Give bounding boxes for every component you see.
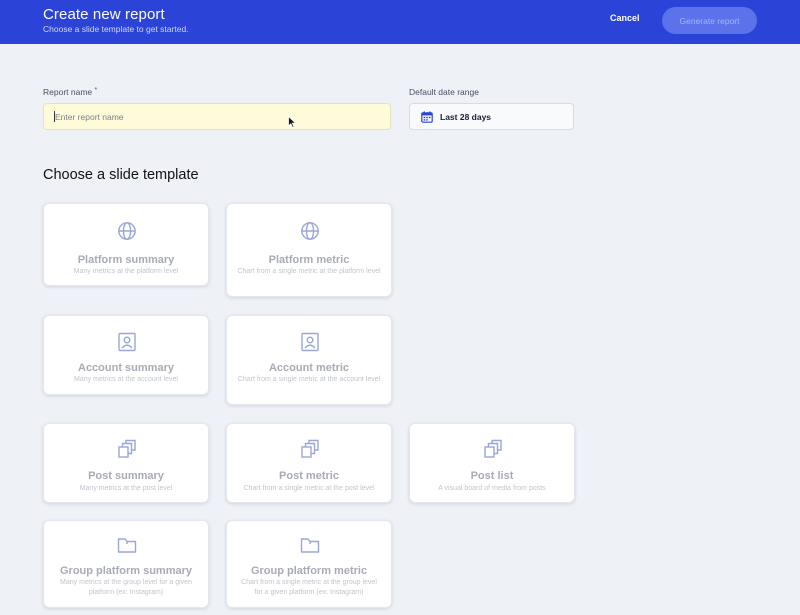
page-header: Create new report Choose a slide templat… <box>0 0 800 44</box>
mouse-cursor-icon <box>288 116 297 128</box>
page-title: Create new report <box>43 6 165 23</box>
section-title: Choose a slide template <box>43 167 199 183</box>
account-icon <box>301 332 319 352</box>
template-card-group-platform-metric[interactable]: Group platform metric Chart from a singl… <box>226 520 392 608</box>
date-range-value: Last 28 days <box>440 112 492 122</box>
stack-icon <box>484 439 502 458</box>
calendar-icon <box>421 111 433 123</box>
card-description: A visual board of media from posts <box>438 485 546 492</box>
template-card-account-metric[interactable]: Account metric Chart from a single metri… <box>226 315 392 405</box>
template-card-platform-metric[interactable]: Platform metric Chart from a single metr… <box>226 203 392 297</box>
cancel-button[interactable]: Cancel <box>610 13 640 23</box>
card-description: Many metrics at the account level <box>74 376 178 383</box>
template-card-platform-summary[interactable]: Platform summary Many metrics at the pla… <box>43 203 209 286</box>
card-description: Many metrics at the group level for a gi… <box>60 579 192 596</box>
date-range-select[interactable]: Last 28 days <box>409 103 574 130</box>
required-mark: * <box>94 87 98 94</box>
report-name-input[interactable] <box>43 103 391 130</box>
date-range-label: Default date range <box>409 87 479 97</box>
card-title: Group platform summary <box>59 565 193 577</box>
card-description: Many metrics at the platform level <box>73 268 179 275</box>
page-subtitle: Choose a slide template to get started. <box>43 24 189 34</box>
globe-icon <box>118 222 136 240</box>
stack-icon <box>301 439 319 458</box>
card-title: Platform summary <box>77 254 175 266</box>
template-card-post-summary[interactable]: Post summary Many metrics at the post le… <box>43 423 209 503</box>
template-card-account-summary[interactable]: Account summary Many metrics at the acco… <box>43 315 209 395</box>
generate-report-button[interactable]: Generate report <box>662 7 757 34</box>
report-name-label: Report name * <box>43 87 97 97</box>
card-description: Many metrics at the post level <box>79 485 173 492</box>
card-title: Post summary <box>88 470 164 482</box>
card-description: Chart from a single metric at the group … <box>241 579 377 596</box>
text-caret <box>54 111 55 122</box>
card-description: Chart from a single metric at the platfo… <box>237 268 381 275</box>
folder-icon <box>117 538 137 553</box>
card-description: Chart from a single metric at the post l… <box>243 485 375 492</box>
card-description: Chart from a single metric at the accoun… <box>237 376 381 383</box>
card-title: Account summary <box>78 362 174 374</box>
folder-icon <box>300 538 320 553</box>
stack-icon <box>118 439 136 458</box>
card-title: Post metric <box>279 470 339 482</box>
template-card-group-platform-summary[interactable]: Group platform summary Many metrics at t… <box>43 520 209 608</box>
card-title: Account metric <box>268 362 350 374</box>
card-title: Group platform metric <box>250 565 368 577</box>
card-title: Platform metric <box>268 254 350 266</box>
report-name-label-text: Report name <box>43 87 93 97</box>
account-icon <box>118 332 136 352</box>
globe-icon <box>301 222 319 240</box>
card-title: Post list <box>470 470 514 482</box>
template-card-post-list[interactable]: Post list A visual board of media from p… <box>409 423 575 503</box>
template-card-post-metric[interactable]: Post metric Chart from a single metric a… <box>226 423 392 503</box>
